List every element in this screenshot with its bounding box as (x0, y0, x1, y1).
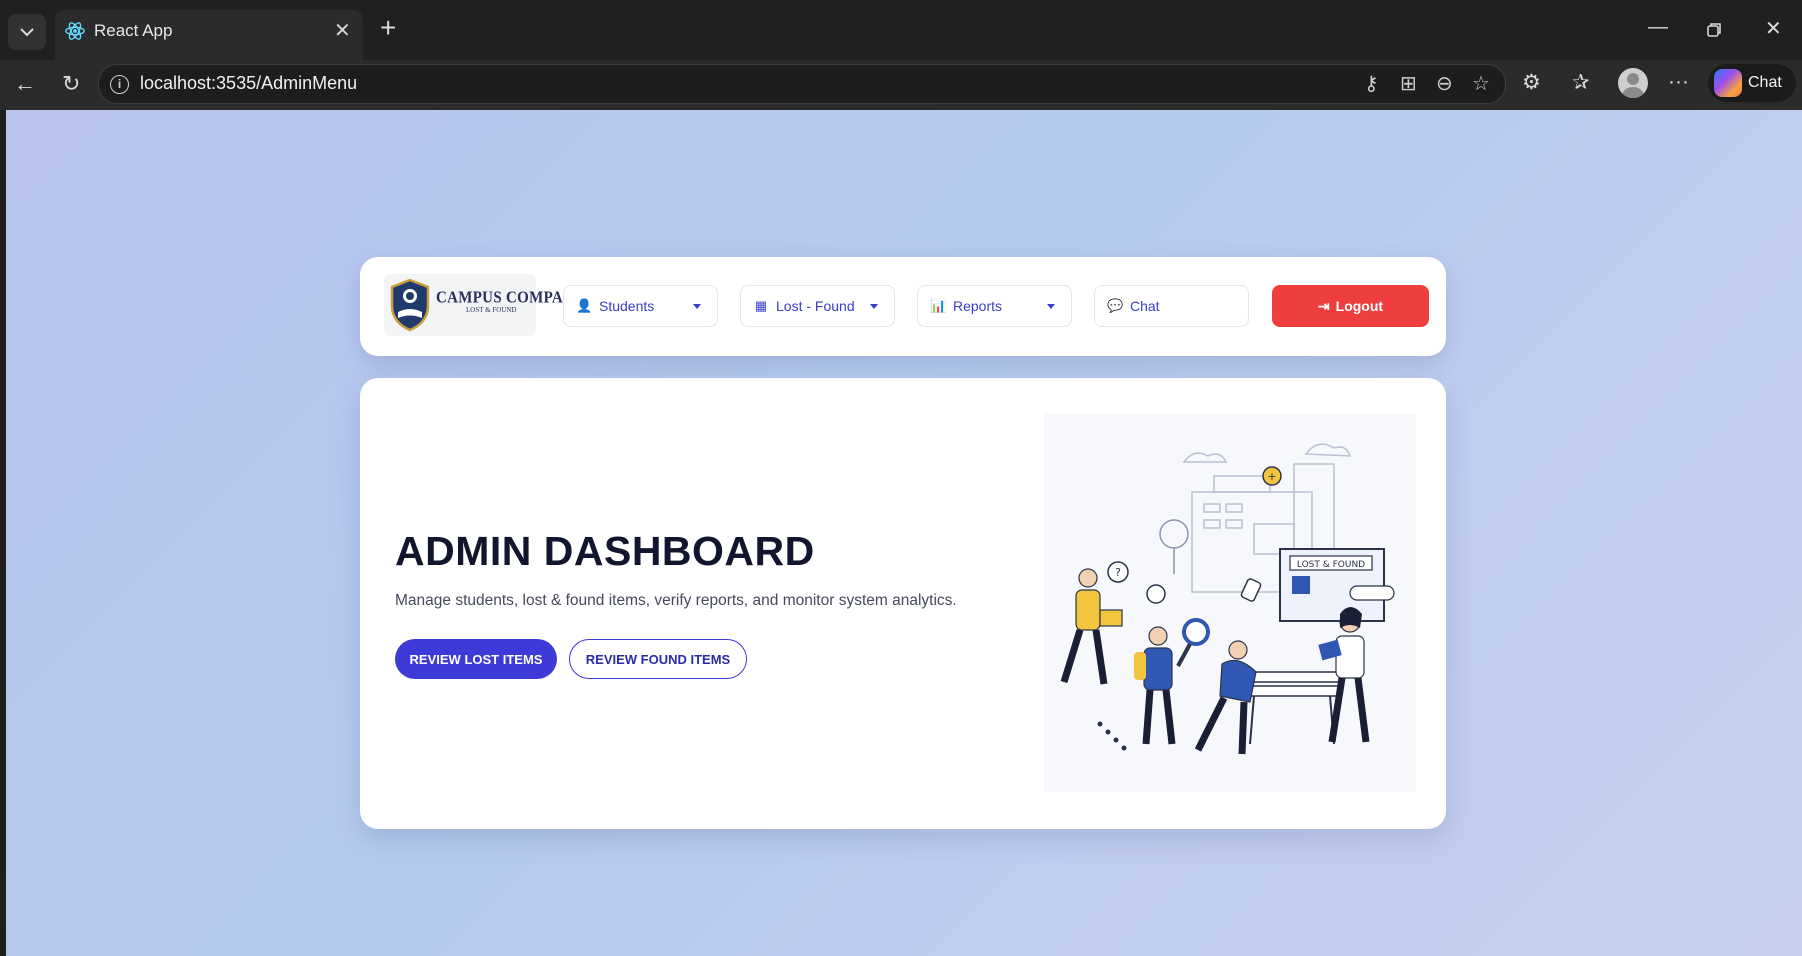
box-icon: ▦ (754, 298, 768, 313)
logo-text: CAMPUS COMPASS LOST & FOUND (436, 288, 581, 314)
comments-icon: 💬 (1107, 298, 1124, 313)
star-icon[interactable]: ☆ (1472, 71, 1490, 96)
logo-title: CAMPUS COMPASS (436, 288, 581, 308)
plus-icon[interactable]: + (380, 14, 396, 42)
lost-found-label: Lost - Found (776, 298, 855, 314)
chart-icon: 📊 (930, 298, 947, 313)
lost-found-illustration: + LOST & FOUND ? (1044, 414, 1416, 792)
tab-title: React App (94, 21, 173, 40)
students-label: Students (599, 298, 655, 314)
apps-icon[interactable]: ⊞ (1400, 71, 1417, 96)
review-lost-items-button[interactable]: REVIEW LOST ITEMS (395, 639, 557, 679)
info-icon[interactable]: i (110, 75, 129, 94)
reports-dropdown[interactable]: 📊 Reports (917, 285, 1072, 327)
chat-label: Chat (1130, 298, 1160, 314)
user-cog-icon: 👤 (576, 298, 593, 313)
minimize-icon[interactable]: — (1648, 16, 1668, 39)
caret-down-icon (870, 303, 878, 309)
page-subtitle: Manage students, lost & found items, ver… (395, 592, 957, 609)
caret-down-icon (693, 303, 701, 309)
shield-logo-icon (390, 278, 430, 332)
back-icon[interactable]: ← (14, 71, 36, 97)
lost-found-dropdown[interactable]: ▦ Lost - Found (740, 285, 895, 327)
caret-down-icon (1047, 303, 1055, 309)
favorites-icon[interactable]: ✰ (1572, 70, 1590, 95)
logout-icon: ⇥ (1317, 297, 1330, 314)
students-dropdown[interactable]: 👤 Students (563, 285, 718, 327)
react-icon (65, 22, 85, 40)
profile-icon[interactable] (1618, 68, 1648, 98)
logout-button[interactable]: ⇥ Logout (1272, 285, 1429, 327)
review-found-items-button[interactable]: REVIEW FOUND ITEMS (569, 639, 747, 679)
chat-nav-button[interactable]: 💬 Chat (1094, 285, 1249, 327)
illustration-sign-text: LOST & FOUND (1297, 560, 1365, 570)
close-window-icon[interactable]: ✕ (1765, 16, 1782, 41)
svg-text:?: ? (1115, 566, 1121, 579)
copilot-chat-label: Chat (1748, 74, 1782, 91)
refresh-icon[interactable]: ↻ (62, 71, 80, 97)
reports-label: Reports (953, 298, 1003, 314)
logout-label: Logout (1335, 298, 1384, 314)
chevron-down-icon (20, 28, 34, 37)
extensions-icon[interactable]: ⚙ (1522, 70, 1541, 95)
more-icon[interactable]: ··· (1668, 70, 1689, 94)
copilot-chat-button[interactable]: Chat (1708, 64, 1796, 102)
tab-actions-button[interactable] (8, 14, 46, 50)
url-text[interactable]: localhost:3535/AdminMenu (140, 73, 357, 94)
key-icon[interactable]: ⚷ (1364, 71, 1379, 96)
page-title: ADMIN DASHBOARD (395, 528, 815, 574)
restore-icon[interactable] (1706, 22, 1722, 38)
zoom-icon[interactable]: ⊖ (1436, 71, 1453, 96)
close-icon[interactable]: ✕ (334, 18, 351, 43)
svg-text:+: + (1267, 470, 1276, 483)
copilot-icon (1714, 69, 1742, 97)
